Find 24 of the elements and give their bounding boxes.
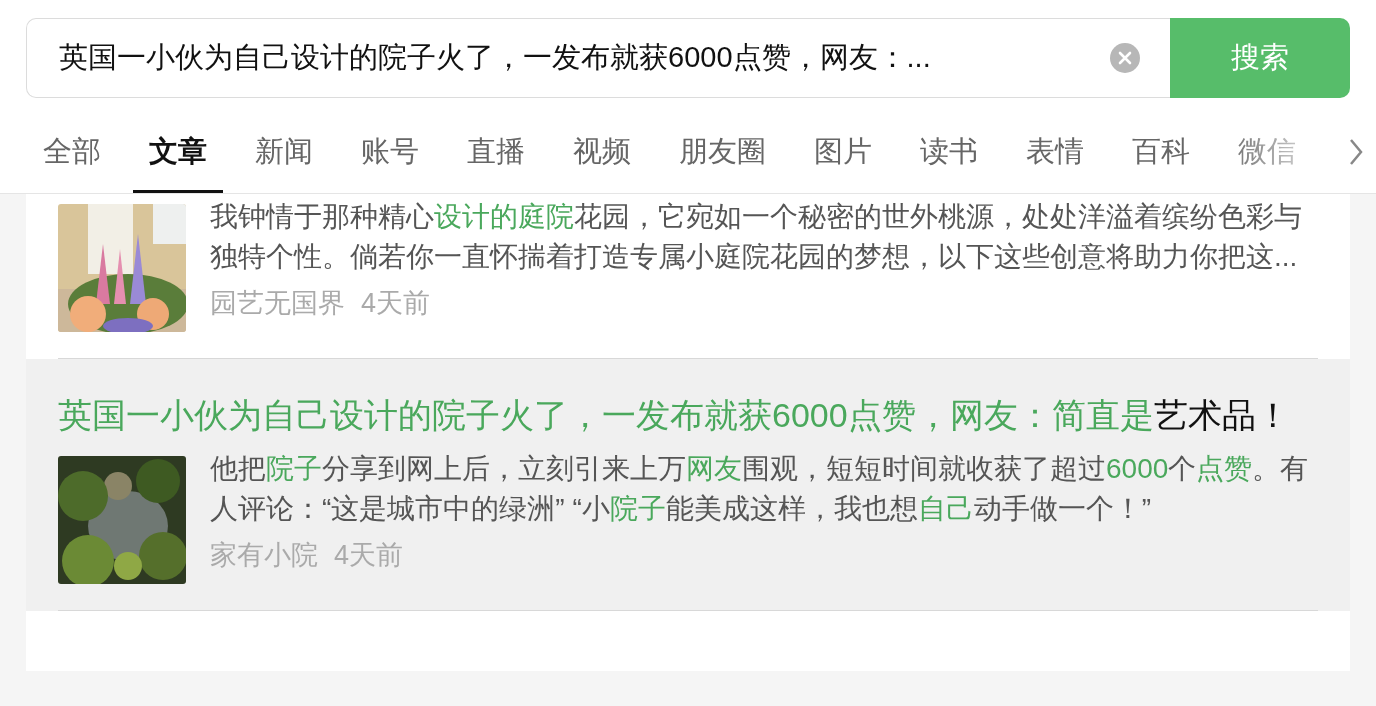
result-card[interactable]: 我钟情于那种精心设计的庭院花园，它宛如一个秘密的世外桃源，处处洋溢着缤纷色彩与独特个性。倘若你一直怀揣着打造专属小庭院花园的梦想，以下这些创意将助力你把这... 园艺无国界 4天前: [26, 194, 1350, 359]
tab[interactable]: 账号: [345, 114, 435, 193]
article-summary: 我钟情于那种精心设计的庭院花园，它宛如一个秘密的世外桃源，处处洋溢着缤纷色彩与独特个性。倘若你一直怀揣着打造专属小庭院花园的梦想，以下这些创意将助力你把这...: [210, 200, 1303, 274]
source-name: 园艺无国界: [210, 287, 345, 320]
tab[interactable]: 读书: [904, 114, 994, 193]
tab[interactable]: 微信: [1222, 114, 1312, 193]
publish-time: 4天前: [361, 287, 431, 320]
tab[interactable]: 百科: [1116, 114, 1206, 193]
chevron-right-icon[interactable]: [1348, 137, 1364, 167]
tab[interactable]: 直播: [451, 114, 541, 193]
tab[interactable]: 表情: [1010, 114, 1100, 193]
search-field[interactable]: 英国一小伙为自己设计的院子火了，一发布就获6000点赞，网友：...: [26, 18, 1170, 98]
publish-time: 4天前: [334, 539, 404, 572]
tab[interactable]: 视频: [557, 114, 647, 193]
article-summary: 他把院子分享到网上后，立刻引来上万网友围观，短短时间就收获了超过6000个点赞。有人评论：“这是城市中的绿洲” “小院子能美成这样，我也想自己动手做一个！”: [210, 452, 1310, 526]
tab[interactable]: 全部: [27, 114, 117, 193]
tab[interactable]: 图片: [798, 114, 888, 193]
clear-icon[interactable]: [1110, 43, 1140, 73]
tab[interactable]: 新闻: [239, 114, 329, 193]
tab[interactable]: 朋友圈: [663, 114, 782, 193]
result-card[interactable]: 英国一小伙为自己设计的院子火了，一发布就获6000点赞，网友：简直是艺术品！ 他把院子分享到网上后，立刻引来上万网友围观，短短时间就收获了超过6000个点赞。有人评论：“这是城市中的绿洲” “小院子能美成这样，我也想自己动手做一个！” 家有小院 4天前: [26, 359, 1350, 611]
article-title[interactable]: 英国一小伙为自己设计的院子火了，一发布就获6000点赞，网友：简直是艺术品！: [58, 389, 1318, 442]
result-card[interactable]: [26, 611, 1350, 671]
source-name: 家有小院: [210, 539, 318, 572]
